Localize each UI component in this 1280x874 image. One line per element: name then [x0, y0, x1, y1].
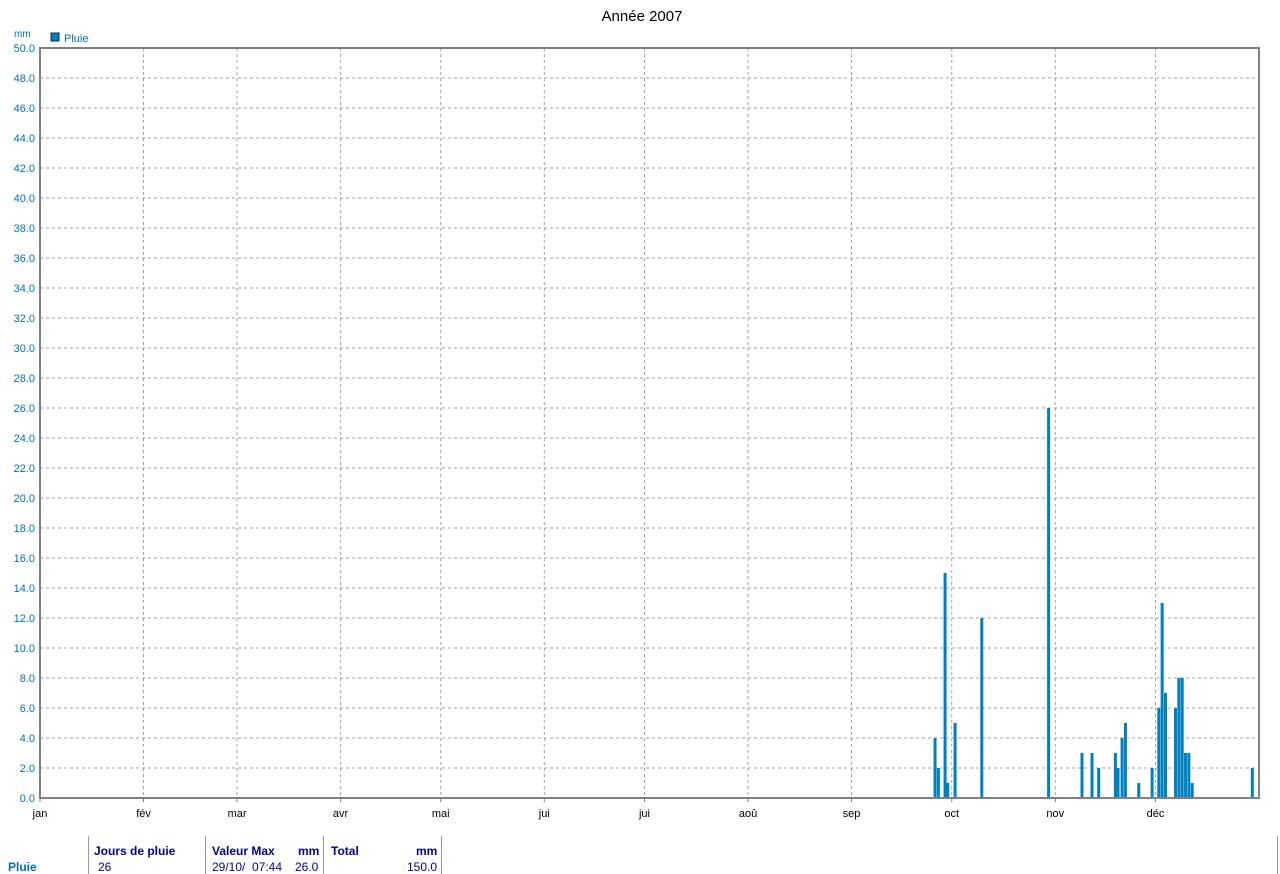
bar: [1180, 678, 1184, 798]
y-tick-label: 42.0: [14, 163, 35, 175]
y-axis: 0.0 2.0 4.0 6.0 8.0 10.0 12.0 14.0 16.0 18.0 20.0 2…: [14, 43, 35, 805]
max-time: 07:44: [252, 860, 283, 874]
x-tick-label: déc: [1147, 808, 1165, 820]
divider: [323, 836, 324, 874]
y-axis-unit-label: mm: [14, 29, 31, 40]
x-tick-label: jui: [638, 808, 650, 820]
bar: [980, 618, 984, 798]
divider: [1277, 836, 1278, 874]
y-tick-label: 10.0: [14, 643, 35, 655]
x-tick-label: sep: [843, 808, 861, 820]
grid: [40, 48, 1259, 798]
y-tick-label: 16.0: [14, 553, 35, 565]
x-tick-label: jan: [32, 808, 48, 820]
y-tick-label: 38.0: [14, 223, 35, 235]
y-tick-label: 20.0: [14, 493, 35, 505]
bar: [1250, 768, 1254, 798]
bar: [1160, 603, 1164, 798]
x-tick-label: mar: [228, 808, 247, 820]
y-tick-label: 2.0: [20, 763, 35, 775]
bars: [933, 408, 1254, 798]
divider: [88, 836, 89, 874]
bar: [1097, 768, 1101, 798]
max-unit-header: mm: [298, 844, 320, 858]
bar: [1080, 753, 1084, 798]
y-tick-label: 14.0: [14, 583, 35, 595]
x-tick-label: jui: [538, 808, 550, 820]
y-tick-label: 24.0: [14, 433, 35, 445]
bar: [1190, 783, 1194, 798]
bar: [1177, 678, 1181, 798]
y-tick-label: 22.0: [14, 463, 35, 475]
max-value: 26.0: [295, 860, 319, 874]
y-tick-label: 36.0: [14, 253, 35, 265]
y-tick-label: 44.0: [14, 133, 35, 145]
series-label: Pluie: [8, 860, 37, 874]
x-axis: jan fév mar avr mai jui jui aoû sep oct nov déc: [32, 798, 1165, 820]
bar: [936, 768, 940, 798]
max-value-header: Valeur Max: [212, 844, 275, 858]
x-tick-label: nov: [1046, 808, 1064, 820]
y-tick-label: 18.0: [14, 523, 35, 535]
bar: [1090, 753, 1094, 798]
x-tick-label: avr: [333, 808, 349, 820]
y-tick-label: 30.0: [14, 343, 35, 355]
y-tick-label: 0.0: [20, 793, 35, 805]
y-tick-label: 40.0: [14, 193, 35, 205]
rain-chart: Année 2007 mm Pluie 0.0 2.0 4.0 6.0 8.0 10.0 1…: [14, 8, 1260, 820]
stats-panel: Jours de pluie Valeur Max mm Total mm Pl…: [0, 836, 1280, 874]
bar: [1047, 408, 1051, 798]
bar: [943, 573, 947, 798]
legend: Pluie: [50, 32, 88, 45]
y-tick-label: 8.0: [20, 673, 35, 685]
bar: [953, 723, 957, 798]
x-tick-label: fév: [136, 808, 151, 820]
rain-days-header: Jours de pluie: [94, 844, 176, 858]
plot-frame: [39, 47, 1260, 799]
divider: [205, 836, 206, 874]
y-tick-label: 28.0: [14, 373, 35, 385]
y-tick-label: 12.0: [14, 613, 35, 625]
x-tick-label: oct: [944, 808, 959, 820]
bar: [1184, 753, 1188, 798]
y-tick-label: 46.0: [14, 103, 35, 115]
y-tick-label: 26.0: [14, 403, 35, 415]
bar: [933, 738, 937, 798]
rain-days-value: 26: [98, 860, 112, 874]
bar: [1187, 753, 1191, 798]
y-tick-label: 34.0: [14, 283, 35, 295]
x-tick-label: aoû: [739, 808, 757, 820]
x-tick-label: mai: [432, 808, 450, 820]
total-unit-header: mm: [416, 844, 438, 858]
bar: [1116, 768, 1120, 798]
bar: [946, 783, 950, 798]
y-tick-label: 4.0: [20, 733, 35, 745]
bar: [1157, 708, 1161, 798]
total-value: 150.0: [407, 860, 438, 874]
legend-label: Pluie: [64, 33, 88, 45]
bar: [1113, 753, 1117, 798]
bar: [1123, 723, 1127, 798]
bar: [1163, 693, 1167, 798]
bar: [1137, 783, 1141, 798]
y-tick-label: 50.0: [14, 43, 35, 55]
divider: [441, 836, 442, 874]
max-date: 29/10/: [212, 860, 246, 874]
y-tick-label: 32.0: [14, 313, 35, 325]
legend-swatch: [50, 32, 60, 42]
bar: [1120, 738, 1124, 798]
y-tick-label: 48.0: [14, 73, 35, 85]
total-header: Total: [331, 844, 359, 858]
chart-title: Année 2007: [602, 8, 683, 25]
bar: [1150, 768, 1154, 798]
bar: [1174, 708, 1178, 798]
y-tick-label: 6.0: [20, 703, 35, 715]
